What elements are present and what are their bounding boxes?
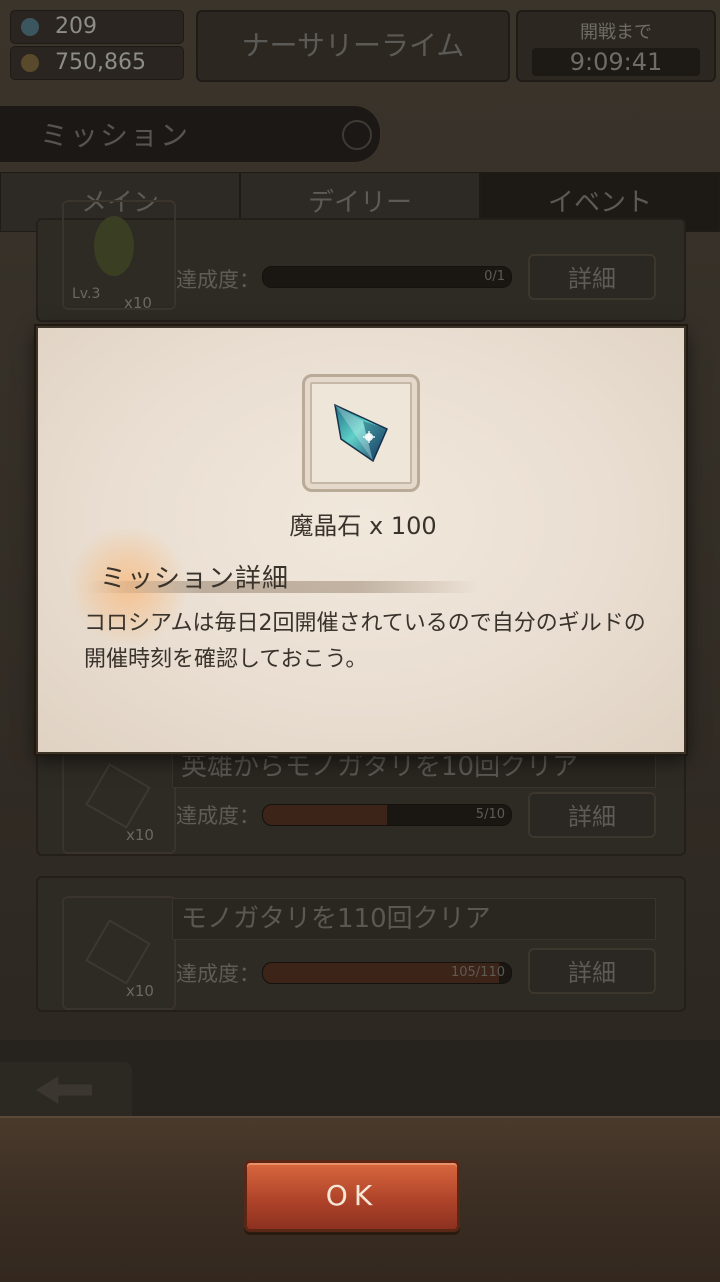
mission-thumbnail (62, 740, 176, 854)
gold-counter: 750,865 (10, 46, 184, 80)
detail-button[interactable]: 詳細 (528, 948, 656, 994)
ok-button[interactable]: OK (244, 1160, 460, 1232)
gear-icon[interactable] (342, 120, 372, 150)
gem-counter: 209 (10, 10, 184, 44)
back-arrow-icon (36, 1076, 92, 1104)
gem-count: 209 (55, 14, 97, 39)
progress-text: 105/110 (450, 965, 505, 980)
gold-count: 750,865 (55, 50, 146, 75)
detail-button[interactable]: 詳細 (528, 792, 656, 838)
reward-count: x10 (126, 826, 154, 844)
timer-value: 9:09:41 (532, 48, 700, 76)
progress-label: 達成度： (176, 268, 260, 292)
detail-description: コロシアムは毎日2回開催されているので自分のギルドの開催時刻を確認しておこう。 (84, 611, 646, 672)
mission-thumbnail: Lv.3 (62, 200, 176, 310)
gem-icon (21, 18, 39, 36)
back-button[interactable] (0, 1062, 132, 1118)
eye-icon (94, 216, 134, 276)
reward-item-frame (302, 374, 420, 492)
progress-bar: 0/1 (262, 266, 512, 288)
progress-bar: 105/110 (262, 962, 512, 984)
battle-timer: 開戦まで 9:09:41 (516, 10, 716, 82)
progress-text: 5/10 (475, 807, 505, 822)
mission-title: モノガタリを110回クリア (172, 898, 656, 940)
mission-thumbnail (62, 896, 176, 1010)
progress-fill (263, 805, 387, 825)
progress-label: 達成度： (176, 962, 260, 986)
emblem-icon (85, 919, 151, 985)
section-header: ミッション (0, 104, 382, 164)
coin-icon (21, 54, 39, 72)
mission-card: x10 モノガタリを110回クリア 達成度： 105/110 詳細 (36, 876, 686, 1012)
detail-heading: ミッション詳細 (100, 564, 290, 594)
reward-count: x10 (124, 294, 152, 312)
emblem-icon (85, 763, 151, 829)
progress-bar: 5/10 (262, 804, 512, 826)
section-title: ミッション (40, 119, 191, 152)
thumb-level: Lv.3 (72, 286, 101, 302)
detail-button[interactable]: 詳細 (528, 254, 656, 300)
mission-detail-dialog: 魔晶石 x 100 ミッション詳細 コロシアムは毎日2回開催されているので自分の… (36, 326, 686, 754)
guild-title: ナーサリーライム (196, 10, 510, 82)
mission-card: Lv.3 x10 達成度： 0/1 詳細 (36, 200, 686, 322)
crystal-icon (334, 403, 388, 463)
timer-label: 開戦まで (580, 22, 652, 43)
progress-text: 0/1 (484, 269, 505, 284)
progress-label: 達成度： (176, 804, 260, 828)
reward-count: x10 (126, 982, 154, 1000)
